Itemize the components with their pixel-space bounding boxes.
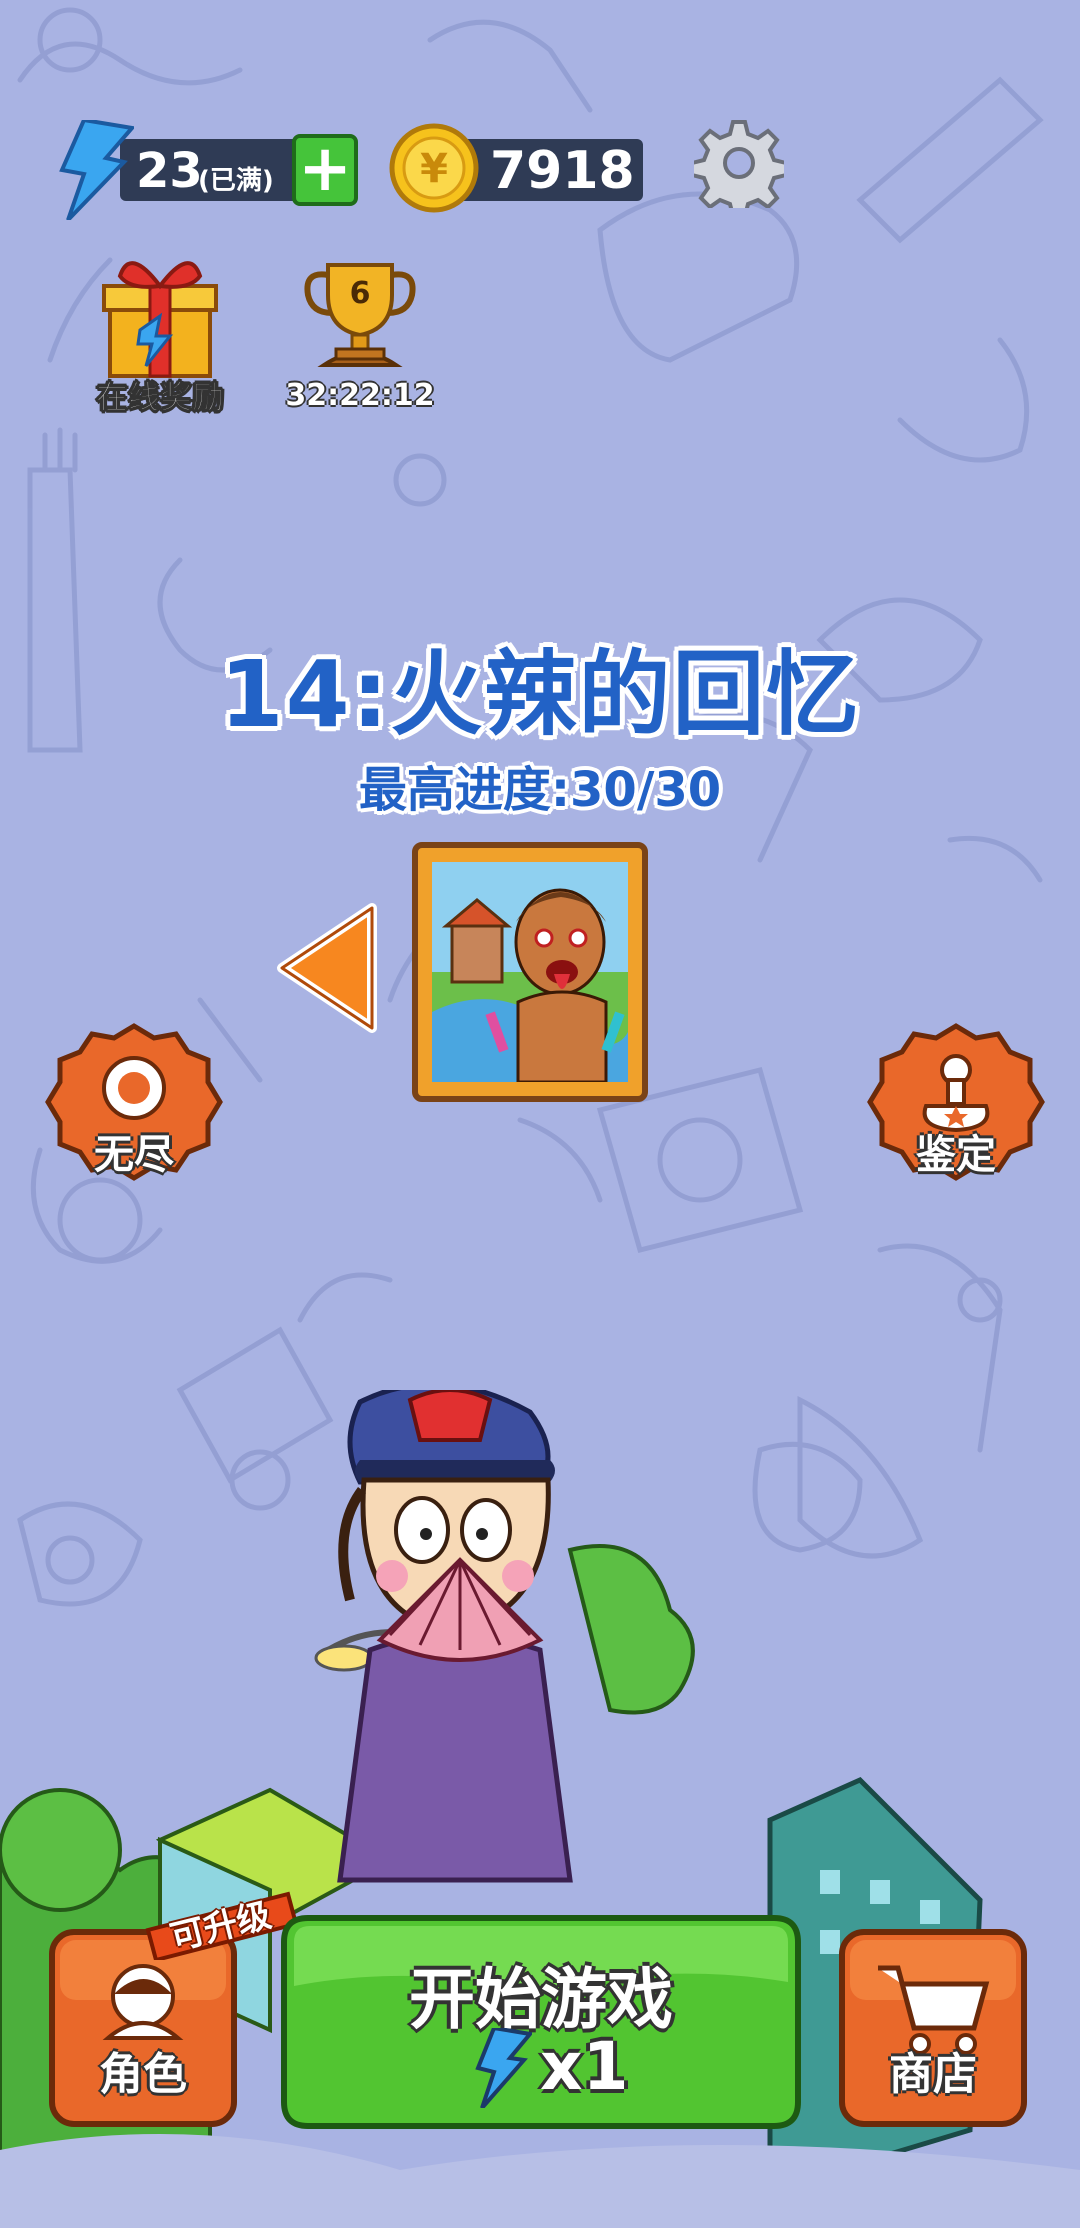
- gear-icon[interactable]: [694, 118, 784, 208]
- trophy-icon[interactable]: 6: [300, 255, 420, 375]
- lightning-bolt-icon: [59, 120, 134, 220]
- shop-button-label: 商店: [889, 2049, 977, 2100]
- previous-level-arrow[interactable]: [272, 898, 384, 1038]
- level-title: 14:火辣的回忆: [219, 641, 861, 748]
- energy-full-note: (已满): [198, 166, 274, 196]
- coin-symbol: ¥: [420, 146, 448, 192]
- coin-value: 7918: [490, 141, 635, 201]
- endless-mode-label: 无尽: [94, 1132, 174, 1178]
- appraise-label: 鉴定: [916, 1132, 996, 1178]
- character-button-label: 角色: [99, 2049, 187, 2100]
- energy-value: 23: [136, 143, 203, 199]
- plus-icon: +: [298, 132, 352, 206]
- level-preview-card[interactable]: [412, 842, 648, 1102]
- gift-box-icon[interactable]: [100, 250, 220, 380]
- online-reward-label: 在线奖励: [95, 378, 224, 417]
- add-energy-button[interactable]: +: [292, 132, 358, 206]
- energy-cost-label: x1: [540, 2028, 629, 2105]
- trophy-rank: 6: [350, 276, 371, 311]
- best-progress-text: 最高进度:30/30: [358, 762, 722, 818]
- trophy-timer: 32:22:12: [285, 378, 435, 413]
- player-character: [314, 1390, 695, 1883]
- level-preview-image: [432, 862, 628, 1082]
- lightning-bolt-icon: [475, 2028, 532, 2108]
- gold-coin-icon: ¥: [389, 123, 479, 213]
